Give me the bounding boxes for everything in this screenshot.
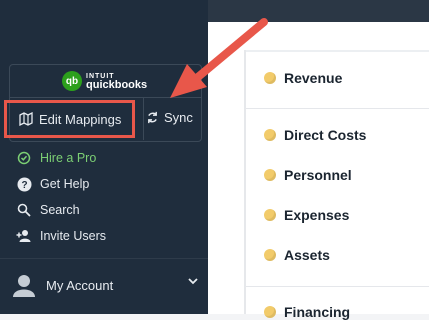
nav-label: Get Help — [40, 177, 90, 191]
svg-text:?: ? — [21, 180, 27, 191]
section-label: Direct Costs — [284, 127, 367, 143]
status-dot-icon — [264, 249, 276, 261]
search-icon — [16, 202, 32, 218]
nav-label: Invite Users — [40, 229, 106, 243]
section-expenses[interactable]: Expenses — [264, 207, 349, 223]
help-icon: ? — [16, 176, 32, 192]
sidebar-divider — [0, 258, 208, 259]
nav-item-search[interactable]: Search — [16, 202, 80, 218]
avatar-icon — [12, 273, 36, 297]
nav-label: Search — [40, 203, 80, 217]
button-separator — [143, 98, 144, 140]
status-dot-icon — [264, 129, 276, 141]
status-dot-icon — [264, 209, 276, 221]
target-icon — [16, 150, 32, 166]
section-label: Revenue — [284, 70, 343, 86]
section-label: Assets — [284, 247, 330, 263]
quickbooks-label: quickbooks — [86, 79, 148, 91]
sync-icon — [146, 111, 159, 124]
nav-item-get-help[interactable]: ? Get Help — [16, 176, 89, 192]
chevron-down-icon — [188, 277, 198, 285]
quickbooks-badge-icon: qb — [62, 71, 82, 91]
nav-item-invite-users[interactable]: Invite Users — [16, 228, 106, 244]
edit-mappings-label: Edit Mappings — [39, 111, 122, 127]
section-label: Personnel — [284, 167, 352, 183]
section-personnel[interactable]: Personnel — [264, 167, 352, 183]
status-dot-icon — [264, 306, 276, 318]
nav-item-hire-a-pro[interactable]: Hire a Pro — [16, 150, 96, 166]
section-direct-costs[interactable]: Direct Costs — [264, 127, 366, 143]
sync-button[interactable]: Sync — [146, 110, 193, 125]
add-user-icon — [16, 228, 32, 244]
divider — [246, 286, 429, 287]
account-label: My Account — [46, 277, 114, 293]
annotation-arrow-icon — [170, 18, 268, 98]
status-dot-icon — [264, 169, 276, 181]
map-icon — [19, 112, 33, 126]
sync-label: Sync — [164, 110, 193, 125]
quickbooks-logo: qb INTUIT quickbooks — [62, 71, 147, 91]
nav-label: Hire a Pro — [40, 151, 97, 165]
section-assets[interactable]: Assets — [264, 247, 330, 263]
section-label: Financing — [284, 304, 351, 320]
my-account-menu[interactable]: My Account — [12, 271, 198, 299]
section-label: Expenses — [284, 207, 350, 223]
divider — [246, 108, 429, 109]
section-financing[interactable]: Financing — [264, 304, 350, 320]
edit-mappings-button[interactable]: Edit Mappings — [4, 100, 135, 138]
